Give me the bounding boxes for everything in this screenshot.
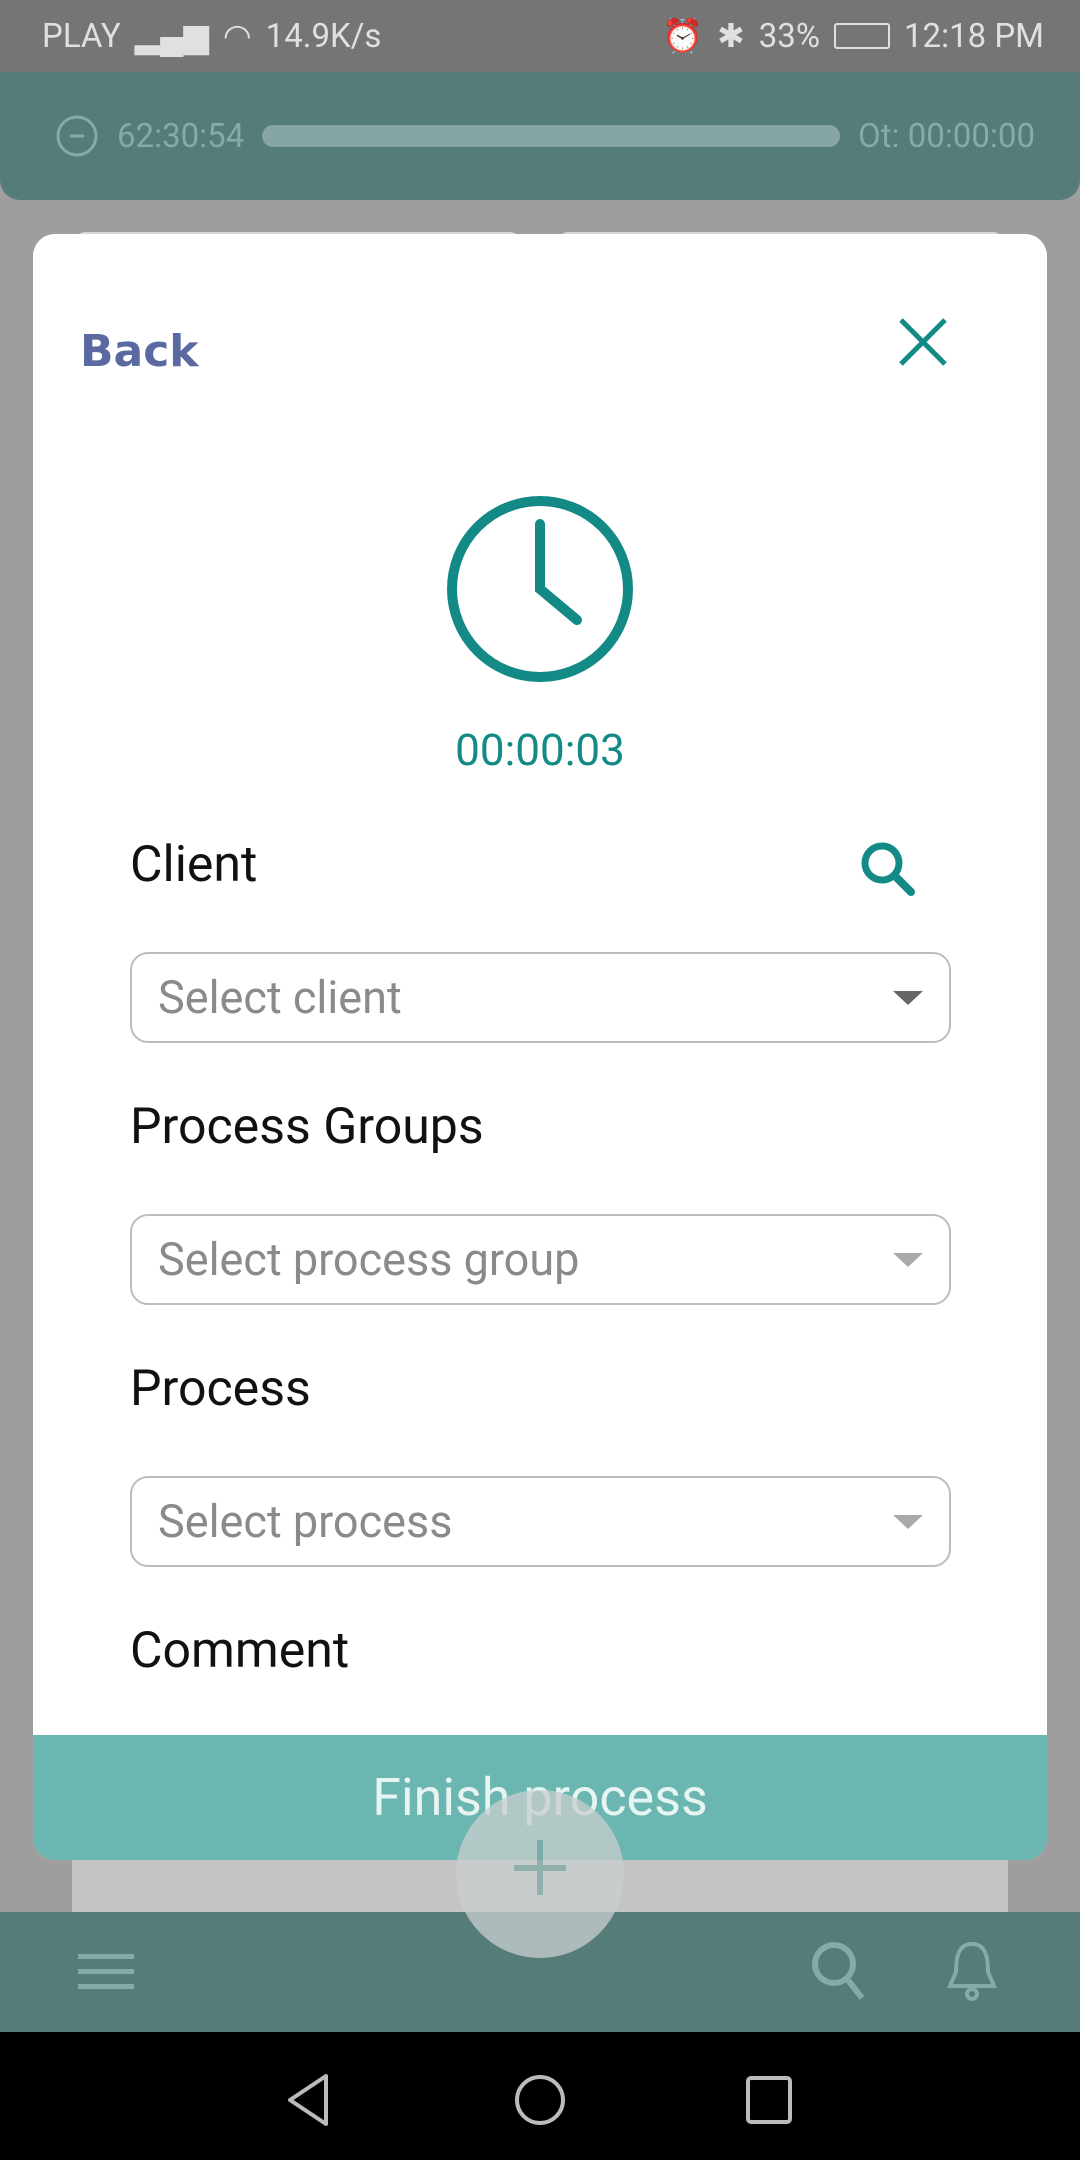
plus-icon: [514, 1840, 566, 1895]
overtime: Ot: 00:00:00: [858, 116, 1035, 156]
alarm-icon: ⏰: [661, 16, 704, 56]
process-group-select[interactable]: Select process group: [130, 1214, 951, 1305]
chevron-down-icon: [893, 990, 923, 1005]
chevron-down-icon: [893, 1514, 923, 1529]
clock-time: 12:18 PM: [904, 16, 1044, 56]
status-bar: PLAY ▂▄▆ ◠ 14.9K/s ⏰ ✱ 33% 12:18 PM: [0, 0, 1080, 72]
wifi-icon: ◠: [222, 17, 252, 56]
chevron-down-icon: [893, 1252, 923, 1267]
back-nav-icon[interactable]: [284, 2072, 334, 2128]
battery-percent: 33%: [758, 16, 820, 56]
process-group-select-value: Select process group: [158, 1233, 580, 1286]
back-button[interactable]: Back: [80, 326, 199, 377]
process-select[interactable]: Select process: [130, 1476, 951, 1567]
process-label: Process: [130, 1360, 311, 1418]
close-icon[interactable]: [885, 304, 961, 380]
signal-icon: ▂▄▆: [134, 17, 209, 56]
app-header: 62:30:54 Ot: 00:00:00: [0, 72, 1080, 200]
elapsed-time: 62:30:54: [117, 116, 245, 156]
finish-process-modal: Back 00:00:03 Client Select client Proce…: [33, 234, 1047, 1860]
client-label: Client: [130, 836, 258, 894]
battery-icon: [834, 23, 890, 49]
progress-bar: [262, 125, 841, 147]
clock-icon: [447, 496, 633, 682]
carrier: PLAY: [42, 16, 121, 56]
minus-circle-icon: [56, 115, 98, 157]
system-nav-bar: [0, 2032, 1080, 2160]
search-icon[interactable]: [808, 1938, 868, 2004]
bell-icon[interactable]: [942, 1938, 1002, 2004]
client-select-value: Select client: [158, 971, 402, 1024]
add-button[interactable]: [456, 1790, 624, 1958]
menu-icon[interactable]: [78, 1950, 134, 1994]
search-icon[interactable]: [853, 834, 923, 904]
recents-nav-icon[interactable]: [744, 2074, 794, 2126]
comment-label: Comment: [130, 1622, 350, 1680]
process-timer: 00:00:03: [455, 724, 625, 776]
home-nav-icon[interactable]: [512, 2072, 568, 2128]
client-select[interactable]: Select client: [130, 952, 951, 1043]
bluetooth-icon: ✱: [717, 17, 745, 56]
net-speed: 14.9K/s: [265, 16, 382, 56]
process-select-value: Select process: [158, 1495, 453, 1548]
process-groups-label: Process Groups: [130, 1098, 484, 1156]
